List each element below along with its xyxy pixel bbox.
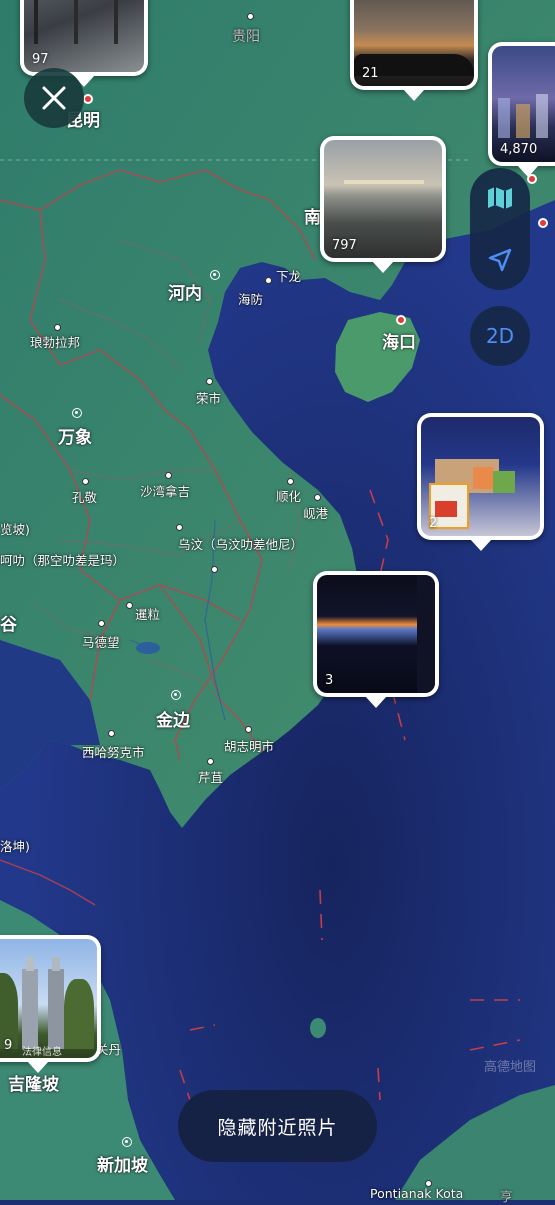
city-label-sihanoukville: 西哈努克市 [82, 745, 145, 760]
city-dot [207, 758, 214, 765]
hide-nearby-photos-button[interactable]: 隐藏附近照片 [178, 1090, 377, 1162]
city-label-hanoi: 河内 [168, 284, 202, 304]
photo-thumbnail: 2 [421, 417, 540, 536]
city-dot [108, 730, 115, 737]
photo-thumbnail: 21 [354, 0, 474, 86]
photo-count: 21 [362, 66, 379, 81]
city-label-guiyang: 贵阳 [232, 29, 260, 45]
city-label-nan: 南 [304, 208, 321, 228]
city-label-battambang: 马德望 [82, 635, 120, 650]
city-marker [83, 94, 93, 104]
photo-thumbnail: 4,870 [492, 46, 555, 162]
photo-cluster[interactable]: 2 [417, 413, 544, 540]
photo-count: 2 [429, 516, 438, 531]
photo-count: 9 [4, 1038, 13, 1053]
city-label-xialong: 下龙 [276, 269, 302, 284]
map-controls-panel [470, 168, 530, 290]
city-marker [396, 315, 406, 325]
city-label-haiphong: 海防 [238, 292, 264, 307]
city-dot [98, 620, 105, 627]
map-style-button[interactable] [470, 168, 530, 228]
photo-count: 97 [32, 52, 49, 67]
city-label-left-cut-3: 洛坤) [0, 839, 30, 854]
city-label-vinh: 荣市 [196, 391, 222, 406]
city-dot [247, 13, 254, 20]
city-label-kuala-lumpur: 吉隆坡 [8, 1075, 59, 1095]
photo-thumbnail: 797 [324, 140, 442, 258]
city-label-hue: 顺化 [276, 489, 302, 504]
tonle-sap-lake [136, 642, 160, 654]
photo-count: 797 [332, 238, 357, 253]
city-label-singapore: 新加坡 [97, 1156, 148, 1176]
city-label-luang-prabang: 琅勃拉邦 [30, 335, 81, 350]
map-icon [488, 187, 512, 209]
locate-button[interactable] [470, 230, 530, 290]
photo-thumbnail: 9 法律信息 [0, 939, 97, 1058]
city-dot [122, 1137, 132, 1147]
location-arrow-icon [488, 248, 512, 272]
city-dot [82, 478, 89, 485]
city-dot [165, 472, 172, 479]
photo-thumbnail: 97 [24, 0, 144, 72]
close-button[interactable] [24, 68, 84, 128]
city-dot [206, 378, 213, 385]
city-label-hcmc: 胡志明市 [224, 739, 275, 754]
city-label-haikou: 海口 [382, 333, 416, 353]
city-dot [126, 602, 133, 609]
city-label-pontianak: Pontianak Kota [370, 1186, 464, 1201]
city-label-vientiane: 万象 [58, 428, 92, 448]
view-mode-button[interactable]: 2D [470, 306, 530, 366]
map-watermark: 高德地图 [484, 1060, 537, 1075]
city-label-left-cut-2: 谷 [0, 615, 17, 635]
city-dot [287, 478, 294, 485]
city-dot [171, 690, 181, 700]
photo-cluster[interactable]: 9 法律信息 [0, 935, 101, 1062]
city-label-phnom-penh: 金边 [156, 711, 190, 731]
city-label-thakhek: 孔敬 [72, 490, 98, 505]
city-label-can-tho: 芹苴 [198, 770, 224, 785]
city-dot [210, 270, 220, 280]
city-dot [314, 494, 321, 501]
photo-count: 4,870 [500, 142, 538, 157]
close-icon [42, 86, 66, 110]
city-label-nakhon-ratchasima: 呵叻（那空叻差是玛） [0, 553, 126, 568]
city-dot [265, 277, 272, 284]
photo-thumbnail: 3 [317, 575, 435, 693]
city-label-right-cut: 亨 [500, 1189, 513, 1204]
city-dot [211, 566, 218, 573]
photo-count: 3 [325, 673, 334, 688]
city-marker [538, 218, 548, 228]
city-dot [54, 324, 61, 331]
city-dot [72, 408, 82, 418]
city-label-stung-treng: 暹粒 [135, 607, 161, 622]
photo-cluster[interactable]: 3 [313, 571, 439, 697]
photo-cluster[interactable]: 97 [20, 0, 148, 76]
photo-cluster[interactable]: 21 [350, 0, 478, 90]
city-dot [245, 726, 252, 733]
legal-info-label: 法律信息 [22, 1047, 62, 1058]
city-label-ubon: 乌汶（乌汶叻差他尼） [178, 537, 304, 552]
city-label-danang: 岘港 [303, 506, 329, 521]
photo-cluster[interactable]: 4,870 [488, 42, 555, 166]
city-label-left-cut-1: 览坡) [0, 522, 30, 537]
city-dot [176, 524, 183, 531]
city-label-savannakhet: 沙湾拿吉 [140, 484, 191, 499]
photo-cluster[interactable]: 797 [320, 136, 446, 262]
